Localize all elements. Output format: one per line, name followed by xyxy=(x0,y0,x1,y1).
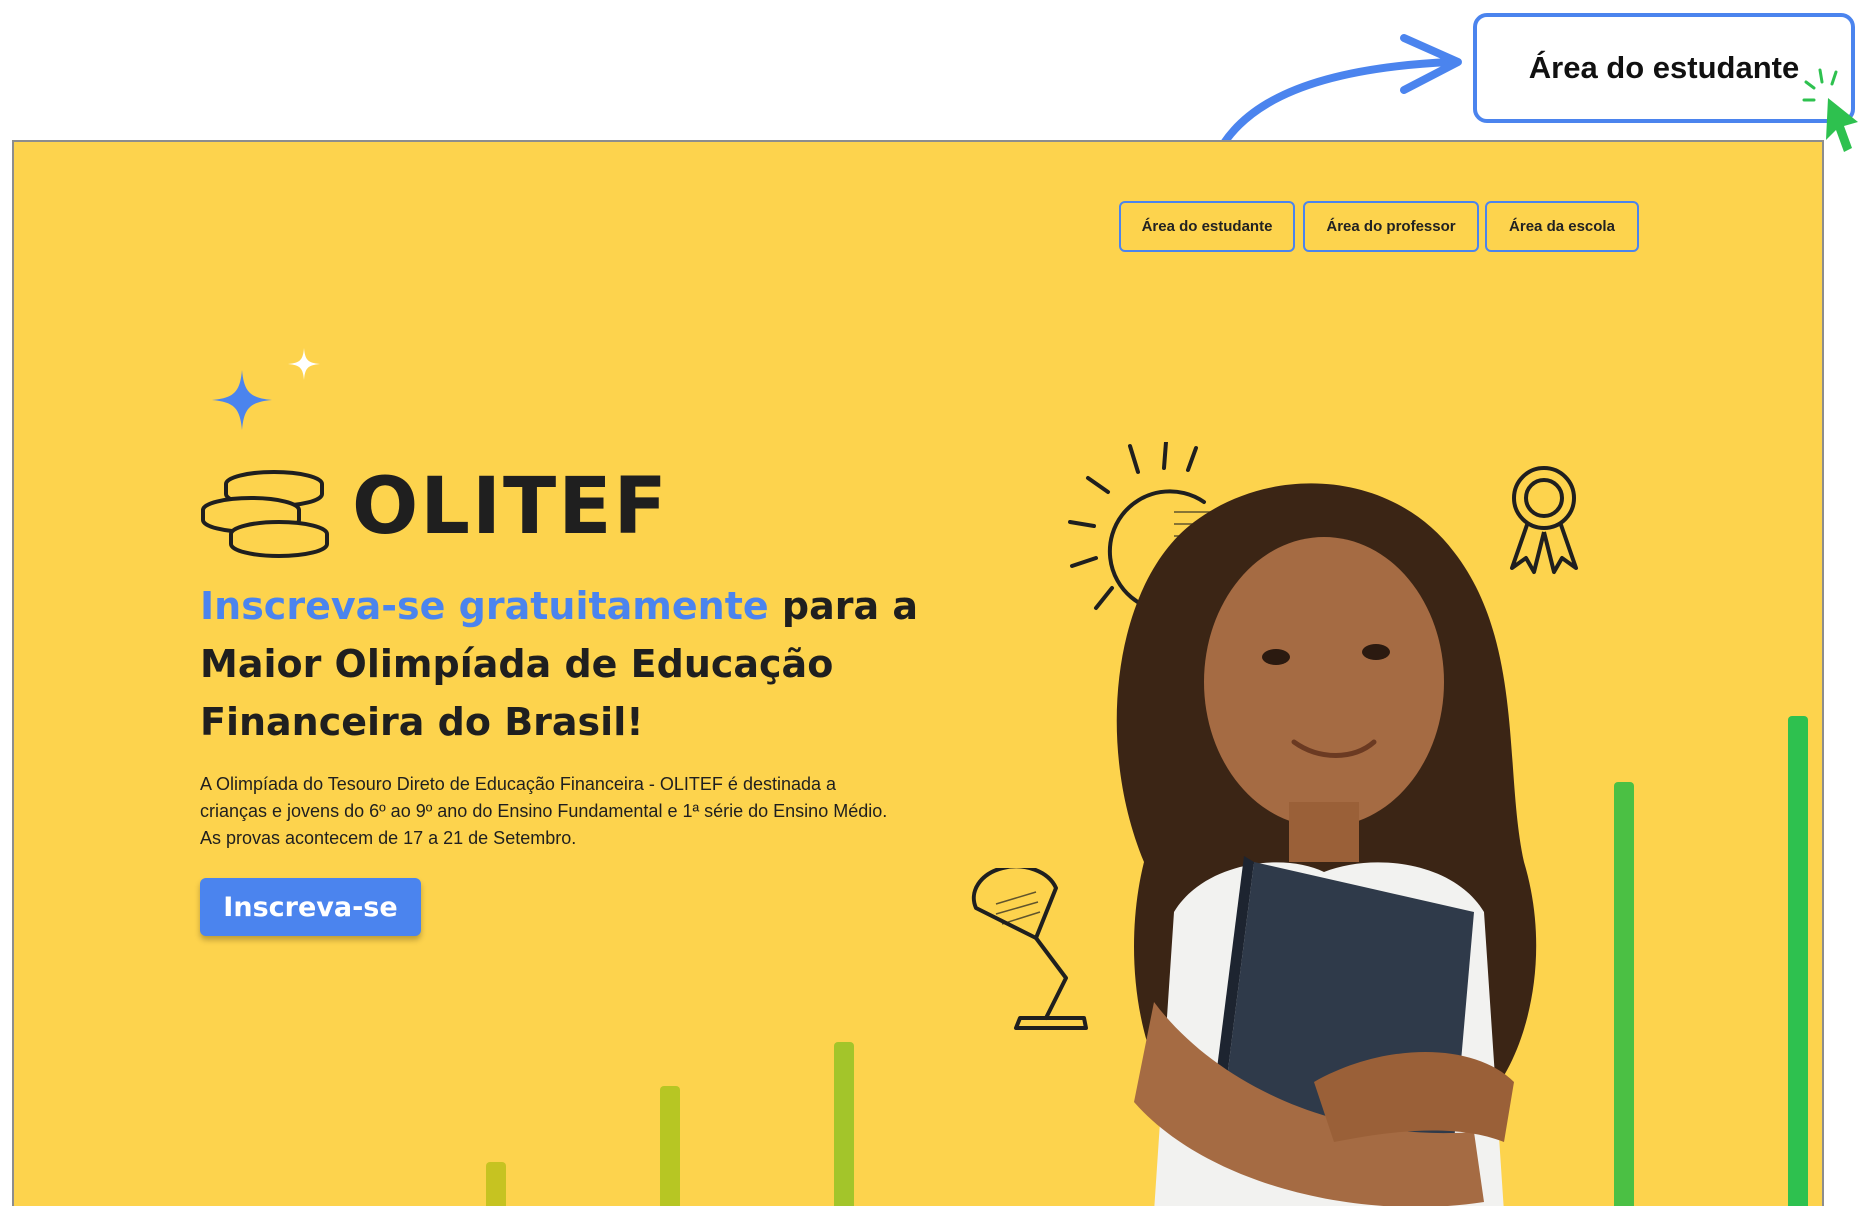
growth-bar xyxy=(1614,782,1634,1206)
student-area-callout-label: Área do estudante xyxy=(1528,50,1800,85)
sparkle-icon xyxy=(212,348,320,430)
hero-headline: Inscreva-se gratuitamente para a Maior O… xyxy=(200,577,960,751)
headline-highlight: Inscreva-se gratuitamente xyxy=(200,584,769,628)
landing-page: Área do estudante Área do professor Área… xyxy=(12,140,1824,1206)
nav-school-area-button[interactable]: Área da escola xyxy=(1485,201,1639,252)
growth-bar xyxy=(1788,716,1808,1206)
student-photo xyxy=(1116,483,1537,1206)
hero-description: A Olimpíada do Tesouro Direto de Educaçã… xyxy=(200,774,888,848)
nav-student-area-label: Área do estudante xyxy=(1141,218,1273,235)
growth-bar xyxy=(486,1162,506,1206)
signup-button[interactable]: Inscreva-se xyxy=(200,878,421,936)
nav-teacher-area-button[interactable]: Área do professor xyxy=(1303,201,1479,252)
signup-button-label: Inscreva-se xyxy=(223,891,398,923)
brand-logo-text: OLITEF xyxy=(352,462,669,552)
coins-icon xyxy=(201,470,329,558)
nav-student-area-button[interactable]: Área do estudante xyxy=(1119,201,1295,252)
student-area-callout[interactable]: Área do estudante xyxy=(1473,13,1855,123)
nav-school-area-label: Área da escola xyxy=(1509,218,1615,235)
growth-bar xyxy=(834,1042,854,1206)
nav-teacher-area-label: Área do professor xyxy=(1326,218,1456,235)
headline-part-3: Financeira do Brasil! xyxy=(200,700,644,744)
headline-part-1: para a xyxy=(768,584,918,628)
headline-part-2: Maior Olimpíada de Educação xyxy=(200,642,834,686)
growth-bar xyxy=(660,1086,680,1206)
